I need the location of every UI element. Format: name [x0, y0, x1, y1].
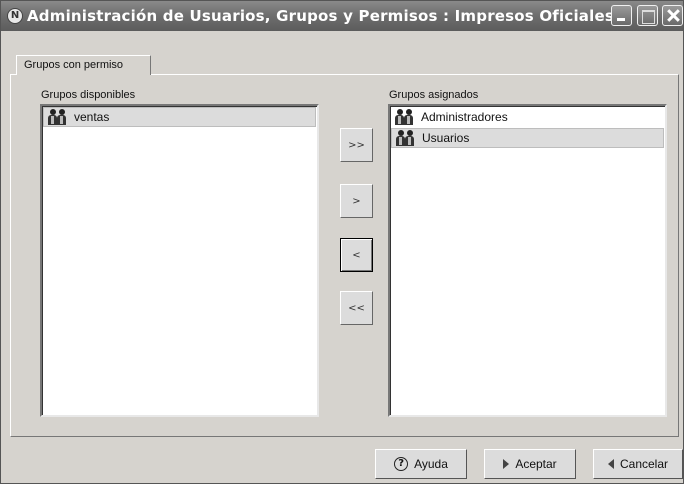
close-button[interactable]	[662, 5, 683, 26]
add-button[interactable]: >	[340, 184, 373, 218]
help-icon: ?	[394, 457, 409, 471]
list-item-label: ventas	[74, 110, 110, 124]
minimize-button[interactable]	[611, 5, 632, 26]
accept-button-label: Aceptar	[515, 457, 557, 471]
remove-all-button[interactable]: <<	[340, 291, 373, 325]
group-icon	[396, 130, 414, 146]
play-left-icon	[607, 459, 614, 469]
tab-grupos-con-permiso[interactable]: Grupos con permiso	[16, 55, 151, 75]
dialog-window: N Administración de Usuarios, Grupos y P…	[0, 0, 684, 484]
cancel-button-label: Cancelar	[619, 457, 669, 471]
cancel-button[interactable]: Cancelar	[593, 449, 683, 479]
list-item[interactable]: Administradores	[391, 107, 664, 127]
assigned-groups-label: Grupos asignados	[389, 89, 479, 101]
list-item-label: Administradores	[421, 110, 508, 124]
maximize-button[interactable]	[637, 5, 658, 26]
title-bar[interactable]: N Administración de Usuarios, Grupos y P…	[1, 1, 683, 31]
list-item[interactable]: Usuarios	[391, 128, 664, 148]
list-item[interactable]: ventas	[43, 107, 316, 127]
play-right-icon	[503, 459, 510, 469]
window-title: Administración de Usuarios, Grupos y Per…	[27, 7, 614, 25]
remove-button[interactable]: <	[340, 238, 373, 272]
list-item-label: Usuarios	[422, 131, 470, 145]
group-icon	[395, 109, 413, 125]
group-icon	[48, 109, 66, 125]
available-groups-list[interactable]: ventas	[40, 104, 319, 417]
help-button[interactable]: ? Ayuda	[375, 449, 467, 479]
add-all-button[interactable]: >>	[340, 128, 373, 162]
help-button-label: Ayuda	[414, 457, 448, 471]
app-icon: N	[7, 8, 23, 24]
assigned-groups-list[interactable]: Administradores Usuarios	[388, 104, 667, 417]
available-groups-label: Grupos disponibles	[41, 89, 136, 101]
accept-button[interactable]: Aceptar	[484, 449, 576, 479]
